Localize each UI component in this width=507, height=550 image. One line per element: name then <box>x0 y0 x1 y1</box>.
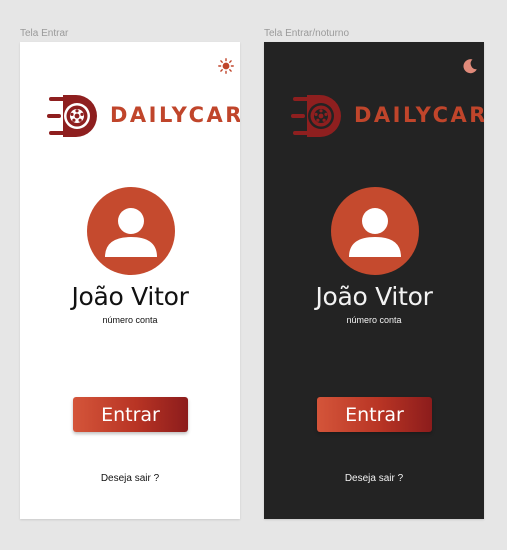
user-name: João Vitor <box>71 282 189 311</box>
wheel-logo-icon <box>291 95 341 137</box>
account-number-label: número conta <box>346 315 402 325</box>
enter-button[interactable]: Entrar <box>73 397 188 432</box>
logo-text: DAILYCAR <box>354 103 484 127</box>
enter-button[interactable]: Entrar <box>317 397 432 432</box>
moon-icon[interactable] <box>462 58 478 74</box>
user-icon <box>349 208 401 257</box>
avatar <box>87 187 175 275</box>
user-name: João Vitor <box>315 282 433 311</box>
exit-link[interactable]: Deseja sair ? <box>264 473 484 484</box>
frame-label-light: Tela Entrar <box>20 28 69 39</box>
avatar <box>331 187 419 275</box>
logo-text: DAILYCAR <box>110 103 240 127</box>
wheel-logo-icon <box>47 95 97 137</box>
frame-label-dark: Tela Entrar/noturno <box>264 28 350 39</box>
dailycar-logo: DAILYCAR <box>291 92 484 140</box>
login-screen-dark: DAILYCAR João Vitor número conta Entrar … <box>264 42 484 519</box>
login-screen-light: DAILYCAR João Vitor número conta Entrar … <box>20 42 240 519</box>
sun-icon[interactable] <box>218 58 234 74</box>
dailycar-logo: DAILYCAR <box>47 92 240 140</box>
user-icon <box>105 208 157 257</box>
account-number-label: número conta <box>102 315 158 325</box>
exit-link[interactable]: Deseja sair ? <box>20 473 240 484</box>
